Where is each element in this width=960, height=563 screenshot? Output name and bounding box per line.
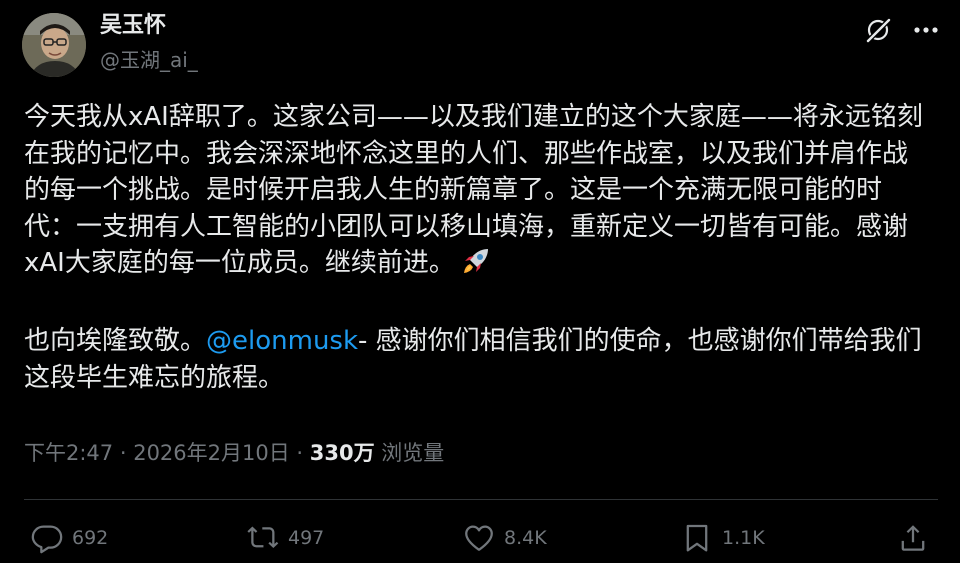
rocket-emoji [461, 246, 491, 287]
repost-icon [247, 526, 279, 549]
avatar-image [22, 13, 86, 77]
tweet-paragraph: 今天我从xAI辞职了。这家公司——以及我们建立的这个大家庭——将永远铭刻在我的记… [24, 99, 929, 287]
avatar[interactable] [22, 13, 86, 77]
meta-separator: · [289, 441, 310, 465]
action-bar: 692 497 8.4K 1.1K [0, 519, 960, 557]
user-handle[interactable]: @玉湖_ai_ [100, 47, 198, 73]
divider [24, 499, 938, 500]
reply-button[interactable]: 692 [30, 519, 108, 557]
share-button[interactable] [896, 519, 930, 557]
reply-count: 692 [72, 527, 109, 549]
grok-icon [866, 18, 891, 43]
reply-icon [31, 525, 63, 554]
grok-button[interactable] [858, 12, 898, 48]
bookmark-button[interactable]: 1.1K [680, 519, 765, 557]
views-label: 浏览量 [374, 441, 445, 465]
tweet-paragraph: 也向埃隆致敬。@elonmusk- 感谢你们相信我们的使命，也感谢你们带给我们这… [24, 323, 929, 396]
more-button[interactable] [904, 12, 948, 48]
bookmark-count: 1.1K [722, 527, 765, 549]
tweet-meta: 下午2:47 · 2026年2月10日 · 330万 浏览量 [24, 438, 444, 468]
views-count[interactable]: 330万 [310, 441, 375, 465]
repost-button[interactable]: 497 [246, 519, 324, 557]
share-icon [901, 525, 925, 551]
tweet-card: 吴玉怀 @玉湖_ai_ 今天我从xAI辞职了。这家公司——以及我们建立的这个大家… [0, 0, 960, 563]
bookmark-icon [686, 524, 708, 552]
more-icon [914, 27, 938, 33]
meta-separator: · [113, 441, 134, 465]
tweet-paragraph-text: 也向埃隆致敬。 [24, 326, 207, 356]
mention-link[interactable]: @elonmusk [206, 326, 358, 356]
heart-icon [465, 525, 493, 551]
tweet-text: 今天我从xAI辞职了。这家公司——以及我们建立的这个大家庭——将永远铭刻在我的记… [24, 99, 929, 396]
repost-count: 497 [288, 527, 325, 549]
display-name[interactable]: 吴玉怀 [100, 12, 166, 40]
tweet-date[interactable]: 2026年2月10日 [133, 441, 290, 465]
tweet-time[interactable]: 下午2:47 [24, 441, 113, 465]
like-button[interactable]: 8.4K [462, 519, 547, 557]
like-count: 8.4K [504, 527, 547, 549]
